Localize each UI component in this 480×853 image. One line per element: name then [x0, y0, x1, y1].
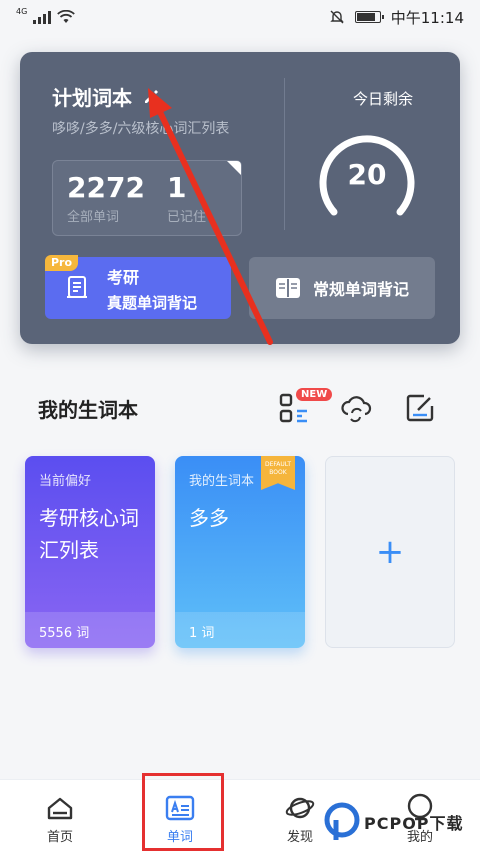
pencil-icon[interactable]: [142, 88, 160, 106]
vocab-card-default[interactable]: 我的生词本 DEFAULT BOOK 多多 1 词: [175, 456, 305, 648]
remaining-label: 今日剩余: [352, 90, 413, 108]
plan-title-row[interactable]: 计划词本: [52, 82, 160, 111]
status-left: 4G: [16, 6, 76, 24]
book-icon: [275, 278, 300, 298]
kaoyan-line1: 考研: [107, 267, 140, 287]
watermark-text: PCPOP下载: [364, 814, 464, 833]
kaoyan-line2: 真题单词背记: [107, 293, 198, 312]
pro-badge: Pro: [45, 255, 79, 271]
card-divider: [284, 78, 285, 230]
new-badge: NEW: [296, 388, 333, 401]
plan-card: 计划词本 哆哆/多多/六级核心词汇列表 2272 全部单词 1 已记住 今日剩余…: [20, 52, 460, 344]
plan-title: 计划词本: [52, 86, 132, 110]
stat-remembered: 1 已记住: [167, 171, 206, 225]
wifi-icon: [57, 10, 76, 23]
kaoyan-button[interactable]: Pro 考研 真题单词背记: [45, 255, 231, 319]
planet-icon: [285, 797, 315, 819]
stat-remembered-label: 已记住: [167, 210, 207, 225]
add-vocab-card[interactable]: +: [325, 456, 455, 648]
signal-icon: [33, 10, 52, 24]
stat-total-label: 全部单词: [67, 210, 120, 225]
card-name: 多多: [189, 506, 229, 530]
normal-memorize-label: 常规单词背记: [312, 280, 409, 299]
remaining-value: 20: [347, 158, 387, 191]
cloud-sync-icon[interactable]: [340, 392, 372, 424]
vocab-section-title: 我的生词本: [38, 398, 138, 422]
status-right: 中午11:14: [329, 7, 464, 28]
pcpop-logo-icon: [324, 802, 360, 840]
clock: 中午11:14: [390, 8, 464, 27]
card-tag: 我的生词本: [189, 474, 255, 489]
card-count: 5556 词: [25, 612, 155, 648]
scroll-icon: [67, 276, 87, 298]
plan-subtitle: 哆哆/多多/六级核心词汇列表: [52, 121, 230, 137]
network-type: 4G: [16, 6, 28, 16]
stat-remembered-value: 1: [167, 171, 187, 204]
normal-memorize-button[interactable]: 常规单词背记: [249, 257, 435, 319]
status-bar: 4G 中午11:14: [0, 0, 480, 34]
card-name: 考研核心词汇列表: [39, 506, 139, 562]
nav-home-label: 首页: [46, 830, 73, 845]
watermark: PCPOP下载: [324, 800, 474, 844]
default-book-ribbon: DEFAULT BOOK: [261, 456, 295, 490]
mute-bell-icon: [330, 10, 344, 24]
stats-box[interactable]: 2272 全部单词 1 已记住: [52, 160, 242, 236]
home-icon: [47, 797, 73, 820]
battery-icon: [354, 11, 384, 23]
card-tag: 当前偏好: [39, 474, 92, 489]
stat-total-value: 2272: [67, 171, 145, 204]
edit-note-icon[interactable]: [404, 392, 436, 424]
vocab-card-current[interactable]: 当前偏好 考研核心词汇列表 5556 词: [25, 456, 155, 648]
highlight-box: [142, 773, 224, 851]
plus-icon: +: [375, 532, 405, 572]
stat-total: 2272 全部单词: [67, 171, 145, 225]
card-count: 1 词: [175, 612, 305, 648]
kaoyan-text: 考研 真题单词背记: [107, 264, 197, 313]
nav-home[interactable]: 首页: [20, 780, 100, 853]
corner-mark: [227, 161, 241, 175]
